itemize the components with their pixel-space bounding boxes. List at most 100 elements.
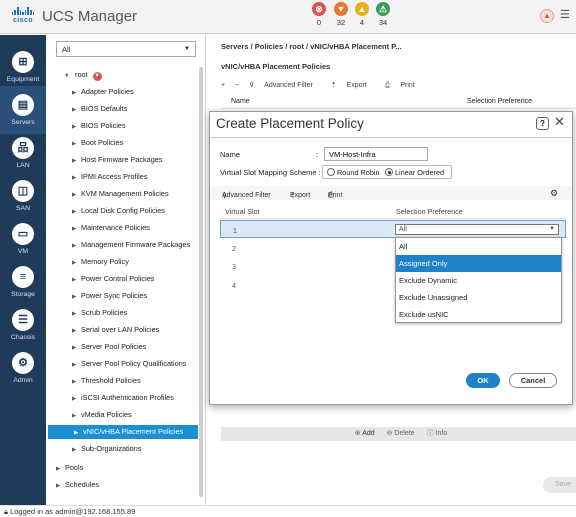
dropdown-option[interactable]: All	[396, 238, 561, 255]
major-icon: ▼	[334, 2, 348, 16]
menu-icon[interactable]: ☰	[560, 9, 572, 21]
tree-item[interactable]: ▶ Power Control Policies	[72, 272, 154, 286]
mapping-scheme-label: Virtual Slot Mapping Scheme :	[220, 168, 321, 177]
colon: :	[316, 150, 319, 159]
dropdown-option-highlighted[interactable]: Assigned Only	[396, 255, 561, 272]
tree-scrollbar[interactable]	[199, 67, 203, 497]
cancel-button[interactable]: Cancel	[509, 373, 557, 388]
collapsed-triangle-icon: ▶	[72, 226, 77, 232]
collapsed-triangle-icon: ▶	[72, 379, 77, 385]
expanded-triangle-icon: ▼	[64, 73, 70, 79]
delete-action[interactable]: ⊖ Delete	[387, 430, 415, 437]
add-action[interactable]: ⊕ Add	[355, 430, 375, 437]
tree-item[interactable]: ▶ iSCSI Authentication Profiles	[72, 391, 174, 405]
advanced-filter-button[interactable]: ⊽ Advanced Filter	[249, 82, 321, 89]
tree-item-label: Host Firmware Packages	[81, 155, 163, 164]
tree-filter-select[interactable]: All ▼	[56, 41, 196, 57]
fault-counter[interactable]: ▼ 32	[331, 2, 351, 27]
tree-item-label: Boot Policies	[81, 138, 124, 147]
vm-icon: ▭	[12, 223, 34, 245]
main-toolbar: + − ⊽ Advanced Filter ⇡ Export ⎙ Print	[221, 81, 431, 90]
tree-item[interactable]: ▶ IPMI Access Profiles	[72, 170, 148, 184]
gear-icon[interactable]: ⚙	[550, 188, 558, 199]
nav-san[interactable]: ◫ SAN	[0, 172, 46, 220]
dropdown-option[interactable]: Exclude Dynamic	[396, 272, 561, 289]
help-icon[interactable]: ?	[536, 117, 549, 130]
nav-servers[interactable]: ▤ Servers	[0, 86, 46, 134]
tree-item-selected[interactable]: ▶ vNIC/vHBA Placement Policies	[48, 425, 198, 439]
tree-item[interactable]: ▶ Boot Policies	[72, 136, 123, 150]
tree-item[interactable]: ▶ BIOS Defaults	[72, 102, 127, 116]
tree-item[interactable]: ▶ Server Pool Policies	[72, 340, 146, 354]
tree-item-label: BIOS Policies	[81, 121, 126, 130]
tree-item[interactable]: ▶ vMedia Policies	[72, 408, 132, 422]
ok-button[interactable]: OK	[466, 373, 500, 388]
column-header-virtual-slot[interactable]: Virtual Slot	[225, 207, 260, 216]
collapsed-triangle-icon: ▶	[56, 483, 61, 489]
close-icon[interactable]: ✕	[554, 114, 565, 130]
tree-item-label: Local Disk Config Policies	[81, 206, 165, 215]
critical-icon: ⊗	[312, 2, 326, 16]
tree-item[interactable]: ▶ Local Disk Config Policies	[72, 204, 165, 218]
fault-counter[interactable]: ▲ 4	[352, 2, 372, 27]
info-action[interactable]: ⓘ Info	[427, 430, 448, 437]
radio-linear-ordered[interactable]: Linear Ordered	[385, 168, 444, 178]
tree-item[interactable]: ▶ Power Sync Policies	[72, 289, 147, 303]
tree-item[interactable]: ▶ Maintenance Policies	[72, 221, 150, 235]
print-button[interactable]: ⎙ Print	[385, 82, 423, 89]
dropdown-option[interactable]: Exclude usNIC	[396, 306, 561, 323]
tree-item[interactable]: ▶ Serial over LAN Policies	[72, 323, 159, 337]
tree-item[interactable]: ▶ Server Pool Policy Qualifications	[72, 357, 186, 371]
tree-item[interactable]: ▶ Memory Policy	[72, 255, 129, 269]
export-button[interactable]: ⇡ Export	[331, 82, 375, 89]
fault-counter[interactable]: ⊗ 0	[309, 2, 329, 27]
remove-icon[interactable]: −	[235, 82, 239, 89]
collapsed-triangle-icon: ▶	[72, 141, 77, 147]
nav-label: Servers	[11, 119, 35, 126]
collapsed-triangle-icon: ▶	[72, 447, 77, 453]
collapsed-triangle-icon: ▶	[72, 158, 77, 164]
create-placement-policy-dialog: Create Placement Policy ? ✕ Name : Virtu…	[209, 111, 573, 405]
collapsed-triangle-icon: ▶	[72, 243, 77, 249]
table-row-selected[interactable]: 1 All ▼	[220, 220, 566, 238]
san-icon: ◫	[12, 180, 34, 202]
tree-item[interactable]: ▶ Pools	[56, 461, 83, 475]
nav-label: LAN	[16, 162, 30, 169]
tree-item[interactable]: ▶ BIOS Policies	[72, 119, 126, 133]
divider	[210, 137, 572, 138]
selection-preference-select[interactable]: All ▼	[395, 224, 559, 235]
nav-lan[interactable]: 品 LAN	[0, 129, 46, 177]
tree-item[interactable]: ▶ Scrub Policies	[72, 306, 127, 320]
column-header-selection-preference[interactable]: Selection Preference	[396, 207, 463, 216]
tree-item[interactable]: ▶ Host Firmware Packages	[72, 153, 163, 167]
nav-vm[interactable]: ▭ VM	[0, 215, 46, 263]
lan-icon: 品	[12, 137, 34, 159]
tree-item[interactable]: ▶ Threshold Policies	[72, 374, 141, 388]
tree-node-root[interactable]: ▼ root ▼	[64, 68, 102, 82]
fault-counter[interactable]: ⚠ 34	[373, 2, 393, 27]
tree-item[interactable]: ▶ Schedules	[56, 478, 99, 492]
app-header: cisco UCS Manager ▲ ☰ ⊗ 0 ▼ 32 ▲ 4 ⚠ 34	[0, 0, 576, 34]
tree-item[interactable]: ▶ Sub-Organizations	[72, 442, 141, 456]
dialog-title: Create Placement Policy	[216, 116, 364, 131]
save-button[interactable]: Save	[543, 477, 576, 493]
alert-icon[interactable]: ▲	[540, 9, 554, 23]
collapsed-triangle-icon: ▶	[72, 311, 77, 317]
nav-equipment[interactable]: ⊞ Equipment	[0, 43, 46, 91]
add-icon[interactable]: +	[221, 82, 225, 89]
tree-item[interactable]: ▶ Management Firmware Packages	[72, 238, 190, 252]
nav-chassis[interactable]: ☰ Chassis	[0, 301, 46, 349]
collapsed-triangle-icon: ▶	[72, 175, 77, 181]
column-header-name[interactable]: Name	[231, 98, 250, 105]
virtual-slot-cell: 4	[232, 280, 236, 290]
tree-item[interactable]: ▶ Adapter Policies	[72, 85, 134, 99]
tree-item[interactable]: ▶ KVM Management Policies	[72, 187, 169, 201]
selection-preference-dropdown: All Assigned Only Exclude Dynamic Exclude U…	[395, 237, 562, 323]
collapsed-triangle-icon: ▶	[72, 260, 77, 266]
dropdown-option[interactable]: Exclude Unassigned	[396, 289, 561, 306]
nav-admin[interactable]: ⚙ Admin	[0, 344, 46, 392]
column-header-selection-preference[interactable]: Selection Preference	[467, 98, 532, 105]
nav-storage[interactable]: ≡ Storage	[0, 258, 46, 306]
radio-round-robin[interactable]: Round Robin	[327, 168, 380, 178]
name-field[interactable]	[324, 147, 428, 161]
